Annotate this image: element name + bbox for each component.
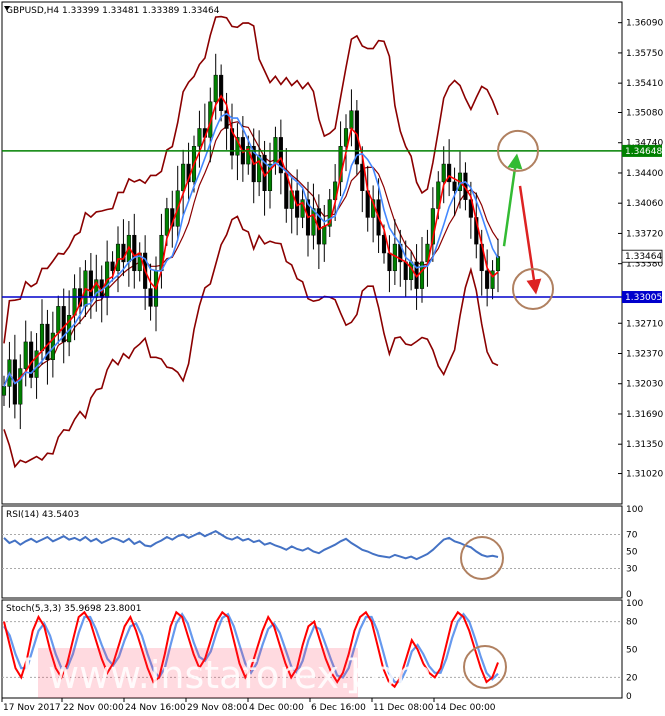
bull-candle <box>1 386 7 396</box>
rsi-tick-label: 50 <box>626 548 638 558</box>
bear-candle <box>219 74 224 111</box>
x-tick-label: 4 Dec 00:00 <box>249 703 304 713</box>
x-tick-label: 29 Nov 08:00 <box>187 703 248 713</box>
y-tick-label: 1.31690 <box>626 410 663 420</box>
x-tick-label: 6 Dec 16:00 <box>311 703 366 713</box>
bull-candle <box>495 256 501 272</box>
stoch-tick-label: 20 <box>626 673 638 683</box>
bull-candle <box>56 306 61 334</box>
y-tick-label: 1.34400 <box>626 169 663 179</box>
rsi-panel-frame <box>1 505 623 599</box>
bull-candle <box>349 110 354 129</box>
rsi-tick-label: 30 <box>626 565 638 575</box>
x-tick-label: 11 Dec 08:00 <box>373 703 434 713</box>
bull-candle <box>322 226 327 245</box>
bull-candle <box>197 128 202 147</box>
bear-candle <box>110 261 115 272</box>
watermark-bracket-left: [ <box>22 652 38 698</box>
y-tick-label: 1.32710 <box>626 319 663 329</box>
bear-candle <box>403 261 408 280</box>
watermark-text: www.instaforex.com <box>48 653 432 697</box>
bull-candle <box>441 163 446 183</box>
rsi-title: RSI(14) 43.5403 <box>6 510 79 520</box>
y-tick-label: 1.35410 <box>626 79 663 89</box>
bull-candle <box>213 74 218 103</box>
forex-chart: 1.360901.357501.354101.350801.347401.344… <box>0 0 665 716</box>
bull-candle <box>164 208 169 236</box>
bull-candle <box>23 341 28 369</box>
rsi-panel: 1007050300 RSI(14) 43.5403 <box>1 505 643 600</box>
stoch-tick-label: 100 <box>626 599 643 609</box>
y-tick-label: 1.32370 <box>626 349 663 359</box>
bull-candle <box>18 368 23 405</box>
y-tick-label: 1.31020 <box>626 470 663 480</box>
rsi-tick-label: 100 <box>626 505 643 515</box>
bull-candle <box>115 243 121 272</box>
x-tick-label: 24 Nov 16:00 <box>125 703 186 713</box>
rsi-tick-label: 70 <box>626 531 638 541</box>
stoch-title: Stoch(5,3,3) 35.9698 23.8001 <box>6 604 141 614</box>
x-tick-label: 14 Dec 00:00 <box>435 703 496 713</box>
bull-candle <box>181 163 186 191</box>
y-tick-label: 1.34060 <box>626 199 663 209</box>
main-title: GBPUSD,H4 1.33399 1.33481 1.33389 1.3346… <box>6 6 220 16</box>
bear-candle <box>88 270 93 298</box>
x-tick-label: 17 Nov 2017 <box>3 703 61 713</box>
stoch-tick-label: 0 <box>626 692 632 702</box>
y-tick-label: 1.33720 <box>626 229 663 239</box>
y-tick-label: 1.35080 <box>626 108 663 118</box>
y-tick-label: 1.35750 <box>626 49 663 59</box>
bear-candle <box>452 181 457 192</box>
resistance-badge-label: 1.34648 <box>625 147 662 157</box>
y-tick-label: 1.31350 <box>626 440 663 450</box>
x-tick-label: 22 Nov 00:00 <box>63 703 124 713</box>
support-badge-label: 1.33005 <box>625 293 662 303</box>
bear-candle <box>387 252 392 272</box>
bull-candle <box>39 323 45 352</box>
main-panel: 1.360901.357501.354101.350801.347401.344… <box>1 1 663 505</box>
bear-candle <box>485 270 490 289</box>
y-tick-label: 1.32030 <box>626 380 663 390</box>
current-price-label: 1.33464 <box>625 252 662 262</box>
watermark: [ ] www.instaforex.com <box>22 648 432 698</box>
stoch-tick-label: 50 <box>626 646 638 656</box>
y-tick-label: 1.36090 <box>626 19 663 29</box>
stoch-tick-label: 80 <box>626 618 638 628</box>
